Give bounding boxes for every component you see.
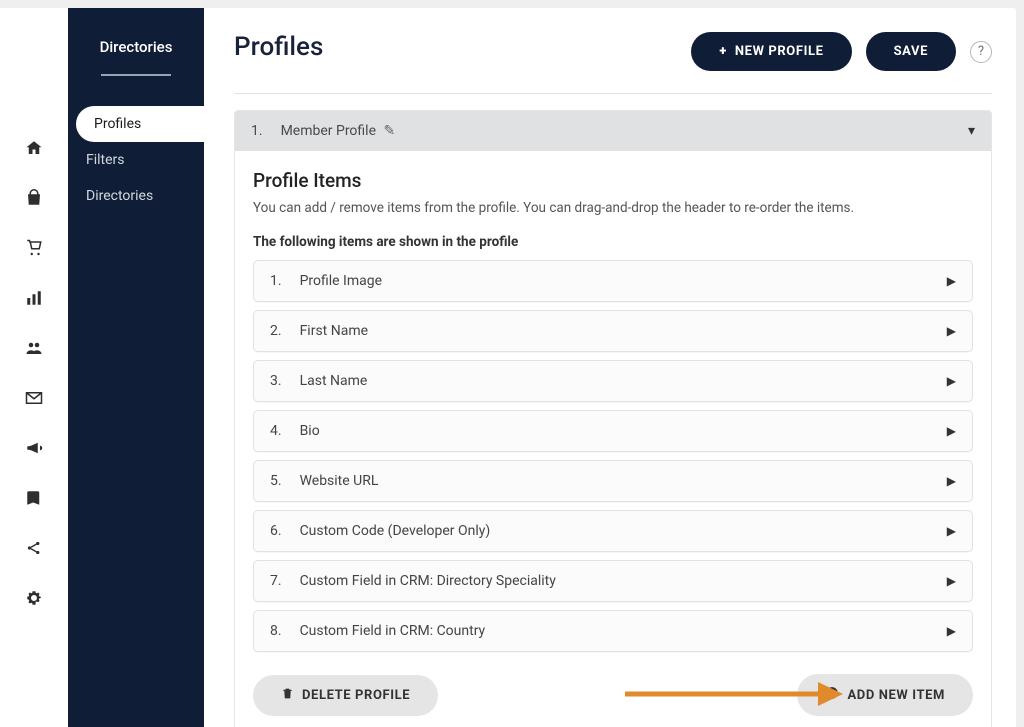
expand-caret-icon: ▶ (947, 274, 956, 288)
pencil-icon[interactable]: ✎ (383, 123, 395, 139)
help-button[interactable]: ? (970, 41, 992, 63)
subnav-item-filters[interactable]: Filters (68, 142, 204, 178)
add-new-item-button[interactable]: ADD NEW ITEM (797, 674, 973, 716)
bag-icon[interactable] (24, 188, 44, 208)
expand-caret-icon: ▶ (947, 374, 956, 388)
list-item[interactable]: 1.Profile Image ▶ (253, 260, 973, 302)
profile-items-desc: You can add / remove items from the prof… (253, 200, 973, 216)
share-icon[interactable] (24, 538, 44, 558)
gear-icon[interactable] (24, 588, 44, 608)
profile-panel-header[interactable]: 1. Member Profile ✎ ▾ (235, 111, 991, 151)
expand-caret-icon: ▶ (947, 474, 956, 488)
subnav-divider (101, 74, 171, 76)
profile-panel: 1. Member Profile ✎ ▾ Profile Items You … (234, 110, 992, 727)
profile-name: Member Profile (281, 123, 376, 139)
mail-icon[interactable] (24, 388, 44, 408)
list-item[interactable]: 2.First Name ▶ (253, 310, 973, 352)
expand-caret-icon: ▶ (947, 524, 956, 538)
sub-nav: Directories Profiles Filters Directories (68, 8, 204, 727)
main-content: Profiles + NEW PROFILE SAVE ? 1. Member … (204, 8, 1016, 727)
list-item[interactable]: 5.Website URL ▶ (253, 460, 973, 502)
new-profile-button[interactable]: + NEW PROFILE (691, 32, 851, 71)
profile-items-list: 1.Profile Image ▶ 2.First Name ▶ 3.Last … (253, 260, 973, 652)
expand-caret-icon: ▶ (947, 324, 956, 338)
expand-caret-icon: ▶ (947, 574, 956, 588)
list-item[interactable]: 6.Custom Code (Developer Only) ▶ (253, 510, 973, 552)
subnav-item-directories[interactable]: Directories (68, 178, 204, 214)
delete-profile-button[interactable]: DELETE PROFILE (253, 675, 438, 716)
save-button[interactable]: SAVE (866, 32, 956, 71)
plus-icon: + (719, 44, 727, 59)
trash-icon (281, 687, 294, 704)
collapse-caret-icon[interactable]: ▾ (968, 123, 975, 139)
megaphone-icon[interactable] (24, 438, 44, 458)
chart-icon[interactable] (24, 288, 44, 308)
subnav-item-profiles[interactable]: Profiles (76, 106, 204, 142)
home-icon[interactable] (24, 138, 44, 158)
plus-circle-icon (825, 686, 839, 704)
list-item[interactable]: 8.Custom Field in CRM: Country ▶ (253, 610, 973, 652)
profile-index: 1. (251, 123, 263, 139)
page-title: Profiles (234, 32, 323, 62)
profile-items-title: Profile Items (253, 169, 973, 192)
icon-rail (0, 8, 68, 727)
items-caption: The following items are shown in the pro… (253, 234, 973, 250)
cart-icon[interactable] (24, 238, 44, 258)
book-icon[interactable] (24, 488, 44, 508)
list-item[interactable]: 7.Custom Field in CRM: Directory Special… (253, 560, 973, 602)
expand-caret-icon: ▶ (947, 624, 956, 638)
list-item[interactable]: 4.Bio ▶ (253, 410, 973, 452)
expand-caret-icon: ▶ (947, 424, 956, 438)
members-icon[interactable] (24, 338, 44, 358)
list-item[interactable]: 3.Last Name ▶ (253, 360, 973, 402)
subnav-title: Directories (100, 38, 173, 56)
